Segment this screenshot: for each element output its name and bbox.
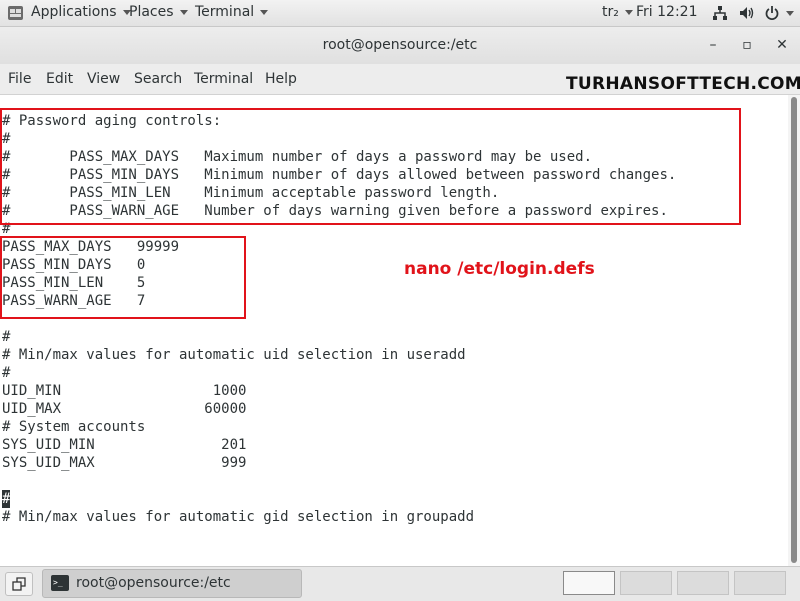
show-desktop-icon — [12, 577, 26, 591]
terminal-line-cursor: # — [2, 490, 11, 508]
highlight-box-values — [0, 236, 246, 319]
chevron-down-icon — [260, 9, 269, 15]
show-desktop-button[interactable] — [5, 572, 33, 596]
terminal-line: SYS_UID_MIN 201 — [2, 437, 247, 453]
workspace-2[interactable] — [620, 571, 672, 595]
terminal-line: SYS_UID_MAX 999 — [2, 455, 247, 471]
terminal-line: # Min/max values for automatic gid selec… — [2, 509, 475, 525]
clock[interactable]: Fri 12:21 — [636, 4, 697, 20]
menu-file[interactable]: File — [8, 71, 31, 87]
places-menu[interactable]: Places — [129, 4, 188, 20]
applications-menu[interactable]: Applications — [31, 4, 131, 20]
terminal-line: UID_MAX 60000 — [2, 401, 247, 417]
network-icon[interactable] — [712, 5, 728, 21]
window-title: root@opensource:/etc — [322, 37, 478, 53]
menu-edit[interactable]: Edit — [46, 71, 73, 87]
terminal-line: # — [2, 365, 11, 381]
watermark: TURHANSOFTTECH.COM — [566, 74, 800, 94]
terminal-app-label: Terminal — [195, 4, 255, 20]
terminal-line: UID_MIN 1000 — [2, 383, 247, 399]
chevron-down-icon — [179, 9, 188, 15]
power-icon[interactable] — [765, 5, 779, 21]
applications-icon — [8, 6, 23, 20]
bottom-taskbar: >_ root@opensource:/etc — [0, 566, 800, 601]
volume-icon[interactable] — [739, 5, 755, 21]
taskbar-terminal-label: root@opensource:/etc — [76, 575, 231, 591]
system-menu-chevron-icon[interactable] — [786, 11, 794, 16]
keyboard-layout-label: tr₂ — [602, 4, 619, 20]
places-label: Places — [129, 4, 174, 20]
menu-help[interactable]: Help — [265, 71, 297, 87]
keyboard-layout-indicator[interactable]: tr₂ — [602, 4, 633, 20]
workspace-1[interactable] — [563, 571, 615, 595]
chevron-down-icon — [624, 9, 633, 15]
terminal-line: # Min/max values for automatic uid selec… — [2, 347, 466, 363]
minimize-button[interactable]: – — [705, 37, 721, 53]
scrollbar-thumb[interactable] — [791, 97, 797, 563]
applications-label: Applications — [31, 4, 117, 20]
terminal-line: # — [2, 329, 11, 345]
gnome-top-bar: Applications Places Terminal tr₂ Fri 12:… — [0, 0, 800, 27]
terminal-content[interactable]: # Password aging controls: # # PASS_MAX_… — [0, 95, 788, 566]
highlight-box-comments — [0, 108, 741, 225]
menu-search[interactable]: Search — [134, 71, 182, 87]
annotation-label: nano /etc/login.defs — [404, 259, 595, 279]
workspace-4[interactable] — [734, 571, 786, 595]
terminal-app-menu[interactable]: Terminal — [195, 4, 269, 20]
taskbar-terminal-window[interactable]: >_ root@opensource:/etc — [42, 569, 302, 598]
terminal-icon: >_ — [51, 575, 69, 591]
window-title-bar[interactable]: root@opensource:/etc – ▫ ✕ — [0, 27, 800, 64]
menu-terminal[interactable]: Terminal — [194, 71, 253, 87]
close-button[interactable]: ✕ — [774, 37, 790, 53]
menu-view[interactable]: View — [87, 71, 120, 87]
maximize-button[interactable]: ▫ — [739, 37, 755, 53]
workspace-3[interactable] — [677, 571, 729, 595]
terminal-line: # System accounts — [2, 419, 146, 435]
